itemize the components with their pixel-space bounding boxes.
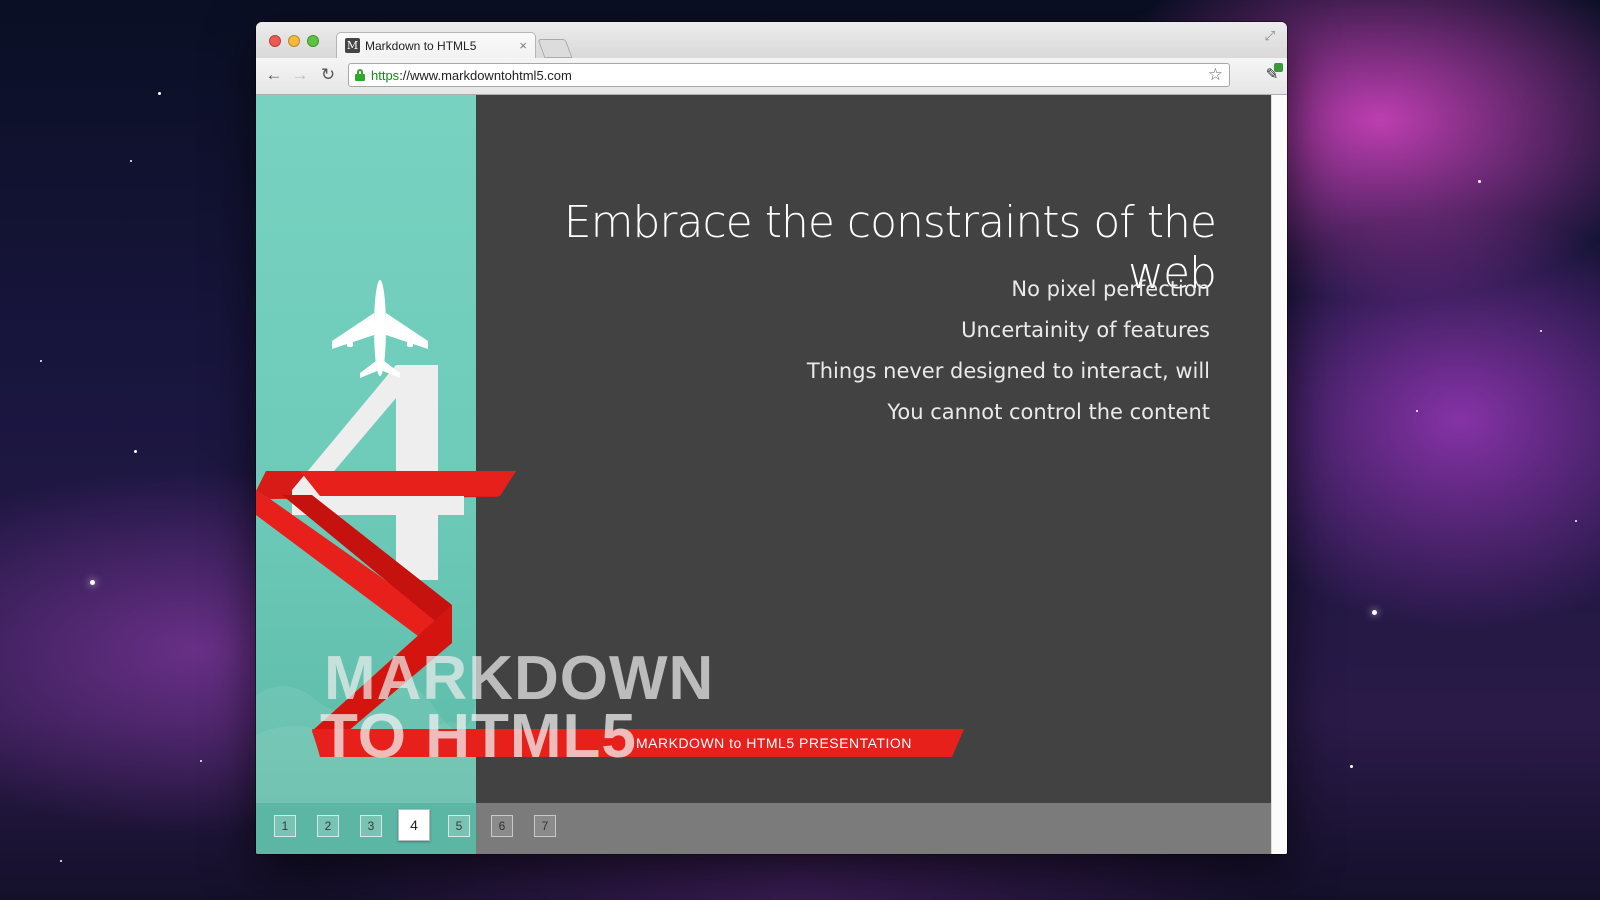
ribbon-segment (300, 471, 516, 496)
brand-title-line2: TO HTML5 (320, 702, 637, 771)
star (1575, 520, 1577, 522)
star (1372, 610, 1377, 615)
star (1416, 410, 1418, 412)
slide-pager: 1 2 3 4 5 6 7 (274, 809, 577, 841)
page-button-5[interactable]: 5 (448, 815, 470, 837)
page-button-7[interactable]: 7 (534, 815, 556, 837)
page-button-3[interactable]: 3 (360, 815, 382, 837)
presentation-banner-text: MARKDOWN to HTML5 PRESENTATION (636, 735, 912, 751)
lock-icon (355, 69, 365, 81)
star (60, 860, 62, 862)
slide-viewport: MARKDOWN TO HTML5 MARKDOWN to HTML5 PRES… (256, 95, 1272, 854)
star (90, 580, 95, 585)
extension-badge (1274, 63, 1283, 72)
tab-title: Markdown to HTML5 (365, 38, 477, 53)
new-tab-button[interactable] (537, 39, 573, 58)
slide-bullet: Things never designed to interact, will (806, 359, 1210, 383)
tab-close-icon[interactable]: × (519, 38, 527, 53)
url-text: ://www.markdowntohtml5.com (399, 67, 572, 83)
slide-bullet: No pixel perfection (1011, 277, 1210, 301)
reload-icon[interactable]: ↻ (317, 64, 339, 86)
slide-footer: 1 2 3 4 5 6 7 (256, 803, 1272, 854)
airplane-icon (332, 280, 428, 378)
star (134, 450, 137, 453)
window-close-button[interactable] (269, 35, 281, 47)
page-button-2[interactable]: 2 (317, 815, 339, 837)
extension-icon[interactable]: ✎ (1263, 63, 1283, 84)
star (1350, 765, 1353, 768)
star (158, 92, 161, 95)
star (1478, 180, 1481, 183)
vertical-scrollbar[interactable] (1271, 95, 1287, 854)
browser-toolbar: ← → ↻ https://www.markdowntohtml5.com ☆ … (256, 58, 1287, 95)
favicon-icon: M (345, 38, 360, 53)
window-zoom-button[interactable] (307, 35, 319, 47)
star (200, 760, 202, 762)
slide-bullet-list: No pixel perfection Uncertainity of feat… (476, 269, 1210, 433)
window-minimize-button[interactable] (288, 35, 300, 47)
slide-bullet: Uncertainity of features (961, 318, 1210, 342)
star (130, 160, 132, 162)
fullscreen-icon[interactable]: ⤢ (1265, 28, 1275, 44)
browser-tab[interactable]: M Markdown to HTML5 × (336, 32, 536, 58)
forward-arrow-icon[interactable]: → (289, 64, 311, 86)
back-arrow-icon[interactable]: ← (263, 64, 285, 86)
title-bar: M Markdown to HTML5 × ⤢ (256, 22, 1287, 58)
star (1540, 330, 1542, 332)
page-button-4-current[interactable]: 4 (398, 809, 430, 841)
browser-window: M Markdown to HTML5 × ⤢ ← → ↻ https://ww… (256, 22, 1287, 854)
star (40, 360, 42, 362)
page-button-1[interactable]: 1 (274, 815, 296, 837)
star-icon[interactable]: ☆ (1208, 65, 1223, 85)
page-button-6[interactable]: 6 (491, 815, 513, 837)
address-bar[interactable]: https://www.markdowntohtml5.com ☆ (348, 63, 1230, 87)
url-scheme: https (371, 67, 400, 83)
slide-bullet: You cannot control the content (887, 400, 1210, 424)
